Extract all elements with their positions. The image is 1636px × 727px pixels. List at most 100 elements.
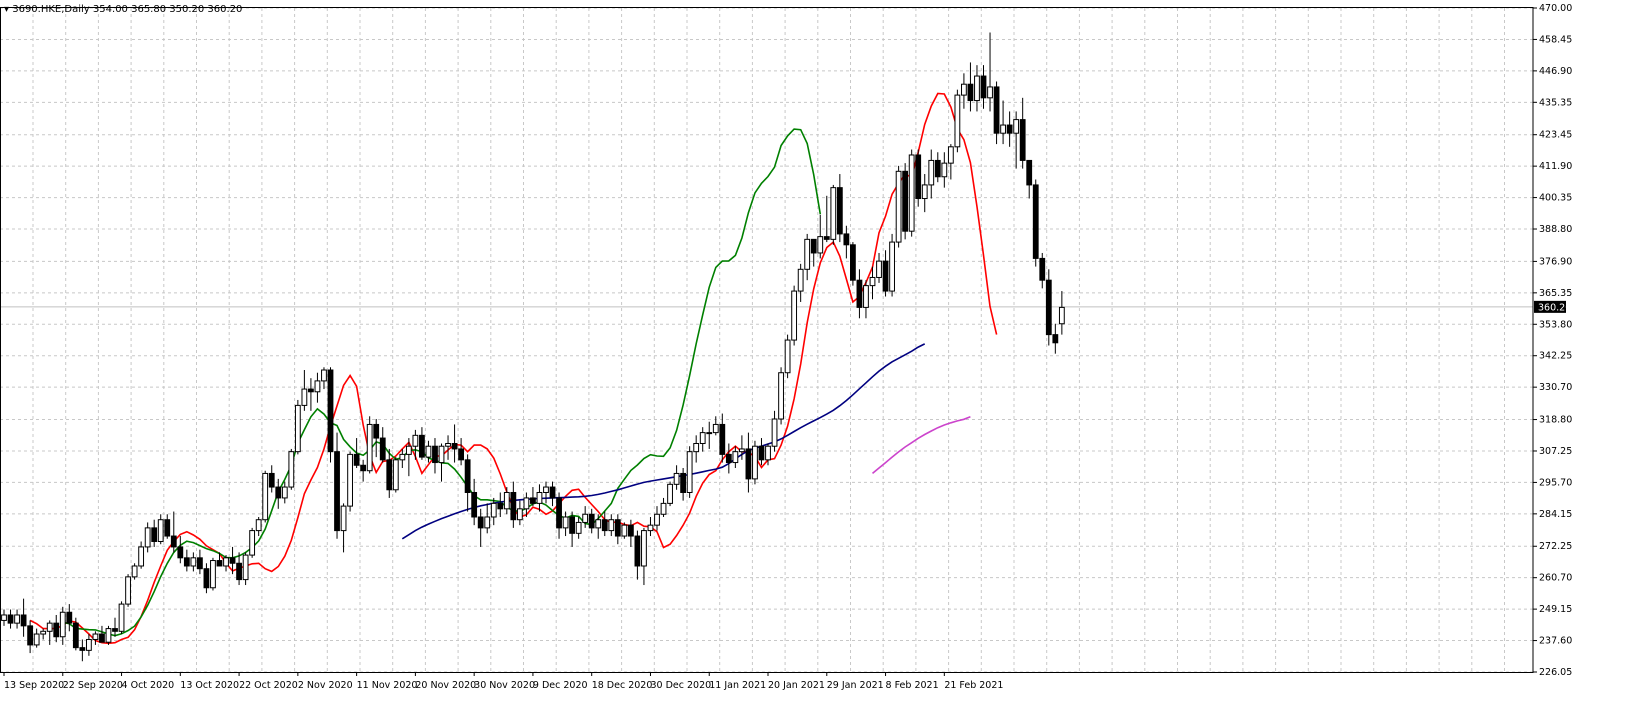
candle bbox=[262, 470, 269, 523]
y-tick-label: 342.25 bbox=[1539, 351, 1572, 362]
candle bbox=[118, 601, 125, 635]
x-tick-label: 13 Oct 2020 bbox=[180, 680, 239, 691]
candle bbox=[536, 484, 543, 512]
candle bbox=[334, 432, 340, 539]
candle-body bbox=[673, 472, 680, 485]
y-tick-label: 284.15 bbox=[1539, 509, 1572, 520]
candle-body bbox=[112, 628, 118, 632]
y-tick-label: 388.80 bbox=[1539, 224, 1572, 235]
candle-body bbox=[53, 622, 60, 638]
candle bbox=[40, 628, 47, 640]
candle-body bbox=[530, 497, 536, 504]
candle-body bbox=[641, 530, 647, 567]
candle bbox=[889, 233, 895, 297]
candle-body bbox=[99, 633, 105, 643]
candle bbox=[745, 432, 752, 493]
candle-body bbox=[308, 388, 314, 393]
candle-body bbox=[987, 86, 993, 99]
candle bbox=[105, 625, 112, 645]
candle-body bbox=[236, 562, 242, 581]
candle-body bbox=[778, 372, 784, 420]
x-tick-label: 22 Oct 2020 bbox=[239, 680, 298, 691]
candle-body bbox=[275, 486, 282, 499]
candle-body bbox=[347, 453, 353, 507]
candle-body bbox=[157, 519, 164, 542]
moving-averages bbox=[29, 92, 998, 645]
candle bbox=[562, 511, 569, 537]
candle bbox=[778, 367, 784, 425]
candle-body bbox=[27, 625, 34, 646]
moving-average-line bbox=[871, 416, 971, 475]
candle-body bbox=[46, 622, 53, 632]
candle bbox=[987, 32, 993, 112]
candle bbox=[510, 481, 517, 528]
candle bbox=[1, 609, 7, 626]
x-tick-label: 20 Jan 2021 bbox=[768, 680, 825, 691]
candle-body bbox=[543, 486, 549, 493]
candle bbox=[843, 225, 850, 259]
candle-body bbox=[294, 404, 301, 453]
candle bbox=[190, 552, 197, 572]
candle-body bbox=[863, 285, 869, 308]
candle bbox=[771, 410, 778, 452]
candle bbox=[634, 530, 641, 580]
candle bbox=[614, 514, 621, 545]
candle bbox=[1019, 97, 1026, 169]
candle bbox=[360, 459, 367, 482]
candle-body bbox=[1013, 119, 1020, 134]
candle-body bbox=[765, 445, 771, 461]
candle bbox=[197, 549, 203, 575]
candle-body bbox=[497, 502, 504, 510]
candle-body bbox=[458, 448, 465, 461]
candle-body bbox=[72, 622, 79, 649]
candle bbox=[20, 598, 27, 637]
candle-body bbox=[699, 432, 706, 444]
candle bbox=[477, 508, 484, 547]
candle-body bbox=[1, 614, 7, 621]
candle bbox=[530, 487, 536, 507]
y-tick-label: 470.00 bbox=[1539, 3, 1572, 14]
candle-body bbox=[784, 339, 791, 374]
candle bbox=[112, 617, 118, 637]
candle-body bbox=[660, 502, 667, 515]
candle bbox=[784, 334, 791, 379]
candle-body bbox=[301, 388, 308, 406]
y-tick-label: 446.90 bbox=[1539, 66, 1572, 77]
candle-body bbox=[967, 83, 974, 102]
candle bbox=[46, 620, 53, 645]
candle-body bbox=[856, 279, 863, 308]
candle bbox=[556, 492, 562, 539]
candle-body bbox=[941, 162, 948, 178]
candle-body bbox=[464, 459, 471, 493]
candle bbox=[791, 285, 798, 346]
candle-body bbox=[314, 380, 321, 393]
candle bbox=[386, 448, 393, 498]
candle-body bbox=[105, 628, 112, 643]
candle-body bbox=[536, 491, 543, 504]
candle bbox=[1052, 323, 1059, 354]
y-tick-label: 411.90 bbox=[1539, 161, 1572, 172]
candlestick-chart[interactable]: 360.20 470.00 458.45 446.90 435.35 423.45 411… bbox=[0, 0, 1636, 723]
candle-body bbox=[712, 423, 719, 434]
candle bbox=[895, 165, 902, 248]
candle bbox=[810, 238, 817, 267]
candle-body bbox=[138, 546, 145, 567]
candle bbox=[1026, 159, 1033, 199]
candle bbox=[308, 378, 314, 411]
candle-body bbox=[327, 369, 334, 453]
candle-body bbox=[836, 187, 843, 235]
candle bbox=[151, 519, 158, 547]
candle bbox=[412, 429, 419, 460]
candle bbox=[288, 448, 295, 490]
candle-body bbox=[353, 453, 360, 466]
candle bbox=[725, 443, 732, 474]
candle bbox=[294, 399, 301, 455]
candle-body bbox=[1000, 124, 1006, 134]
candle bbox=[347, 451, 353, 512]
candle bbox=[934, 152, 941, 183]
collapse-triangle-icon[interactable]: ▾ bbox=[4, 4, 9, 15]
candle bbox=[582, 506, 589, 528]
y-tick-label: 365.35 bbox=[1539, 288, 1572, 299]
candle bbox=[921, 174, 928, 213]
candle bbox=[621, 522, 628, 539]
